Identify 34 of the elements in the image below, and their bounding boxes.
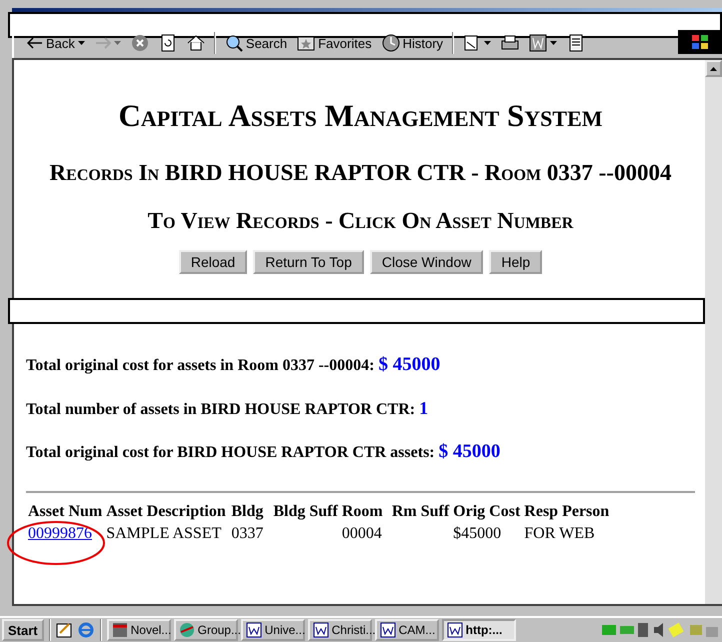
total-line: Total original cost for BIRD HOUSE RAPTOR CTR assets: $ 45000	[26, 441, 502, 463]
table-cell: FOR WEB	[524, 525, 595, 542]
page-button[interactable]: Return To Top	[253, 250, 364, 274]
page-title: Capital Assets Management System	[118, 98, 603, 134]
column-header: Bldg	[230, 503, 264, 522]
back-button[interactable]: Back	[24, 32, 88, 54]
page-subtitle: Records In BIRD HOUSE RAPTOR CTR - Room 0337 --00004	[50, 160, 672, 186]
column-header: Room	[340, 503, 384, 522]
column-header: Asset Description	[105, 503, 227, 522]
page-button[interactable]: Close Window	[370, 250, 484, 274]
column-header: Bldg Suff	[272, 503, 339, 522]
history-button[interactable]: History	[378, 32, 446, 54]
page-button[interactable]: Reload	[178, 250, 248, 274]
table-cell: 00004	[342, 525, 382, 542]
taskbar-button[interactable]: http:...	[442, 619, 516, 641]
total-line: Total number of assets in BIRD HOUSE RAPTOR CTR: 1	[26, 398, 430, 419]
taskbar-button[interactable]: Christi...	[308, 619, 372, 641]
table-cell: $45000	[453, 525, 502, 542]
total-line: Total original cost for assets in Room 0337 --00004: $ 45000	[26, 354, 442, 376]
table-cell: SAMPLE ASSET	[106, 525, 222, 542]
instruction-text: To View Records - Click On Asset Number	[148, 208, 574, 234]
search-button[interactable]: Search	[222, 32, 290, 54]
taskbar-button[interactable]: Novel...	[106, 619, 171, 641]
table-cell: 0337	[231, 525, 264, 542]
taskbar-button[interactable]: Unive...	[240, 619, 305, 641]
start-button[interactable]: Start	[2, 619, 44, 641]
column-header: Asset Num	[27, 503, 104, 522]
favorites-button[interactable]: Favorites	[294, 32, 375, 54]
column-header: Orig Cost	[452, 503, 522, 522]
column-header: Rm Suff	[390, 503, 450, 522]
column-header: Resp Person	[523, 503, 610, 522]
taskbar-button[interactable]: CAM...	[374, 619, 439, 641]
taskbar-button[interactable]: Group...	[174, 619, 238, 641]
page-button[interactable]: Help	[489, 250, 542, 274]
